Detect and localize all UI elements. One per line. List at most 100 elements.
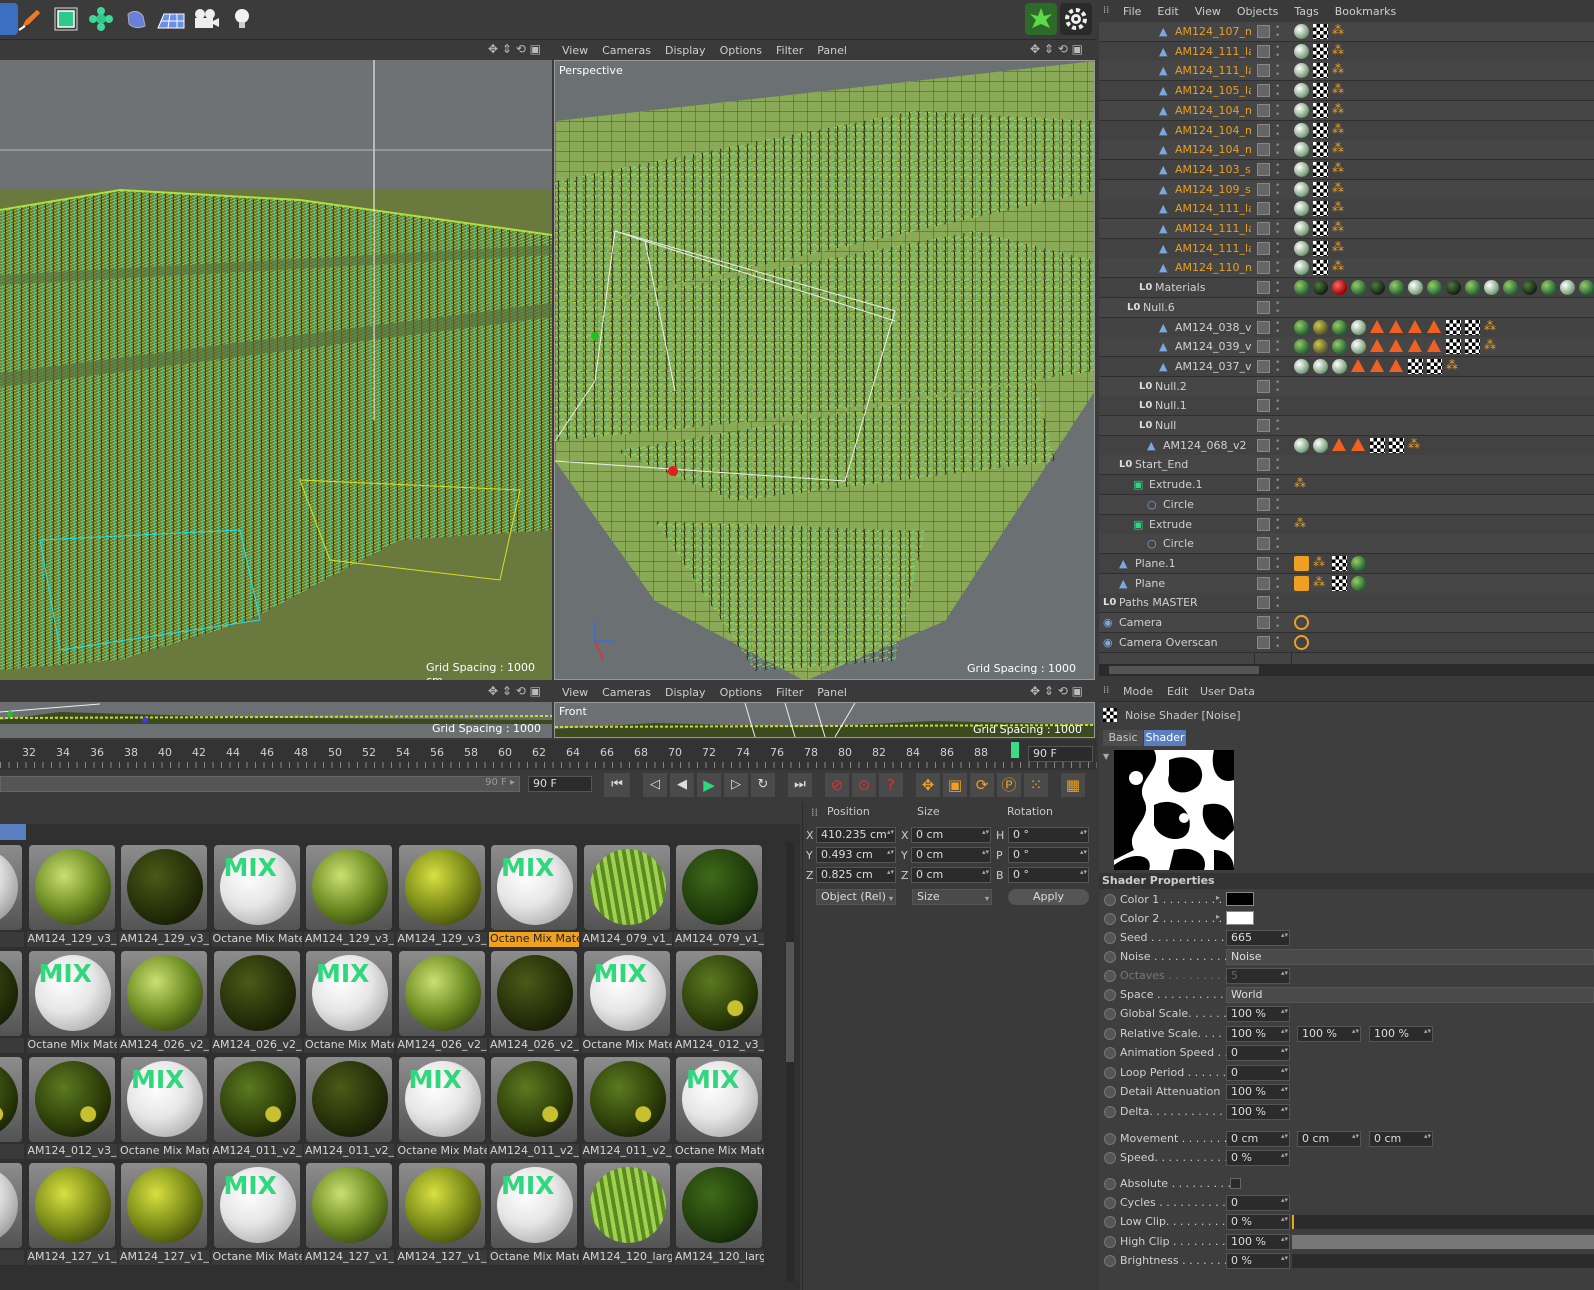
object-row[interactable]: ▣ Extrude • • ⁂ — [1099, 514, 1594, 535]
octane-object-tag-icon[interactable]: ⁂ — [1332, 201, 1347, 216]
menu-tags[interactable]: Tags — [1294, 5, 1318, 18]
texture-tag-icon[interactable] — [1465, 319, 1480, 335]
uvw-tag-icon[interactable] — [1370, 358, 1384, 372]
material-tag-icon[interactable] — [1313, 358, 1328, 374]
material-tag-icon[interactable] — [1294, 240, 1309, 256]
animate-radio-icon[interactable] — [1104, 1178, 1116, 1190]
property-field[interactable]: 0 cm ▴▾ — [1226, 1131, 1290, 1147]
material-swatch[interactable]: MIX Octane Mix Mate — [581, 950, 672, 1054]
object-row[interactable]: L0 Null.2 • • — [1099, 376, 1594, 397]
texture-tag-icon[interactable] — [1370, 437, 1385, 453]
object-row[interactable]: ▲ AM124_039_v3 • • ⁂ — [1099, 337, 1594, 358]
menu-edit[interactable]: Edit — [1157, 5, 1178, 18]
material-swatch[interactable]: AM124_026_v2_0 — [489, 950, 579, 1054]
material-tag-icon[interactable] — [1332, 358, 1347, 374]
visibility-dots[interactable]: • • — [1275, 398, 1280, 415]
visibility-dots[interactable]: • • — [1275, 181, 1280, 198]
position-field[interactable]: 410.235 cm ▴▾ — [816, 827, 896, 843]
uvw-tag-icon[interactable] — [1408, 339, 1422, 353]
visibility-dots[interactable]: • • — [1275, 339, 1280, 356]
menu-view[interactable]: View — [562, 686, 588, 699]
editable-toggle-icon[interactable] — [1257, 222, 1270, 235]
camera-tag-icon[interactable] — [1294, 575, 1309, 591]
pen-icon[interactable] — [14, 3, 46, 35]
object-row[interactable]: ▲ AM124_104_m • • ⁂ — [1099, 100, 1594, 121]
property-dropdown[interactable]: World — [1226, 987, 1594, 1003]
left-viewport[interactable]: Grid Spacing : 1000 cm — [0, 60, 552, 680]
prev-frame-icon[interactable]: ◀ — [670, 773, 694, 797]
property-checkbox[interactable] — [1230, 1178, 1241, 1189]
visibility-dots[interactable]: • • — [1275, 260, 1280, 277]
material-swatch[interactable]: AM124_127_v1_0 — [26, 1162, 117, 1266]
material-swatch[interactable] — [0, 1056, 24, 1160]
menu-view[interactable]: View — [1195, 5, 1221, 18]
octane-object-tag-icon[interactable]: ⁂ — [1332, 63, 1347, 78]
editable-toggle-icon[interactable] — [1257, 616, 1270, 629]
editable-toggle-icon[interactable] — [1257, 379, 1270, 393]
editable-toggle-icon[interactable] — [1257, 261, 1270, 275]
material-swatch[interactable]: MIX Octane Mix Mate — [674, 1056, 764, 1160]
octane-object-tag-icon[interactable]: ⁂ — [1484, 339, 1499, 354]
editable-toggle-icon[interactable] — [1257, 123, 1270, 137]
timeline-icon[interactable]: ▦ — [1061, 773, 1085, 797]
object-row[interactable]: L0 Materials • • — [1099, 278, 1594, 299]
material-tag-icon[interactable] — [1294, 43, 1309, 59]
material-tag-icon[interactable] — [1294, 280, 1309, 296]
menu-panel[interactable]: Panel — [817, 44, 847, 57]
material-swatch[interactable]: MIX Octane Mix Mate — [489, 1162, 579, 1266]
visibility-dots[interactable]: • • — [1275, 161, 1280, 178]
menu-mode[interactable]: Mode — [1123, 685, 1153, 698]
visibility-dots[interactable]: • • — [1275, 240, 1280, 257]
go-start-icon[interactable]: ⏮ — [604, 773, 630, 797]
editable-toggle-icon[interactable] — [1257, 635, 1270, 649]
visibility-dots[interactable]: • • — [1275, 437, 1280, 454]
property-field[interactable]: 100 % ▴▾ — [1297, 1026, 1361, 1042]
perspective-viewport[interactable]: Perspective Grid Spacing : 1000 cm — [554, 60, 1095, 680]
texture-tag-icon[interactable] — [1332, 555, 1347, 571]
octane-object-tag-icon[interactable]: ⁂ — [1446, 359, 1461, 374]
tab-basic[interactable]: Basic — [1103, 730, 1143, 746]
material-tag-icon[interactable] — [1294, 437, 1309, 453]
property-field[interactable]: 0 ▴▾ — [1226, 1195, 1290, 1211]
uvw-tag-icon[interactable] — [1408, 319, 1422, 333]
material-swatch[interactable]: AM124_129_v3_0 — [396, 844, 487, 948]
animate-radio-icon[interactable] — [1104, 913, 1116, 925]
object-row[interactable]: ▲ AM124_038_v2 • • ⁂ — [1099, 317, 1594, 338]
material-swatch[interactable]: MIX Octane Mix Mate — [119, 1056, 209, 1160]
material-tag-icon[interactable] — [1294, 358, 1309, 374]
visibility-dots[interactable]: • • — [1275, 575, 1280, 592]
uvw-tag-icon[interactable] — [1351, 437, 1365, 451]
texture-tag-icon[interactable] — [1427, 358, 1442, 374]
object-manager-hscroll[interactable] — [1099, 664, 1594, 676]
menu-objects[interactable]: Objects — [1237, 5, 1279, 18]
menu-cameras[interactable]: Cameras — [602, 44, 651, 57]
rotation-field[interactable]: 0 ° ▴▾ — [1008, 867, 1089, 883]
next-frame-icon[interactable]: ▷ — [724, 773, 748, 797]
editable-toggle-icon[interactable] — [1257, 478, 1270, 492]
material-tag-icon[interactable] — [1503, 280, 1518, 296]
object-row[interactable]: ○ Circle • • — [1099, 534, 1594, 555]
menu-options[interactable]: Options — [720, 44, 762, 57]
material-tag-icon[interactable] — [1351, 575, 1366, 591]
octane-object-tag-icon[interactable]: ⁂ — [1332, 83, 1347, 98]
material-tag-icon[interactable] — [1294, 122, 1309, 138]
material-tag-icon[interactable] — [1427, 280, 1442, 296]
editable-toggle-icon[interactable] — [1257, 143, 1270, 157]
visibility-dots[interactable]: • • — [1275, 142, 1280, 159]
light-icon[interactable] — [226, 3, 258, 35]
texture-tag-icon[interactable] — [1313, 221, 1328, 236]
material-tag-icon[interactable] — [1541, 280, 1556, 296]
visibility-dots[interactable]: • • — [1275, 634, 1280, 651]
property-slider[interactable] — [1292, 1254, 1594, 1268]
editable-toggle-icon[interactable] — [1257, 44, 1270, 58]
visibility-dots[interactable]: • • — [1275, 536, 1280, 553]
material-swatch[interactable]: AM124_026_v2_0 — [211, 950, 302, 1054]
material-tag-icon[interactable] — [1294, 319, 1309, 335]
playhead[interactable] — [1011, 742, 1019, 758]
protection-tag-icon[interactable] — [1294, 615, 1309, 630]
texture-tag-icon[interactable] — [1313, 43, 1328, 59]
material-tag-icon[interactable] — [1446, 280, 1461, 296]
viewport-nav-icons[interactable]: ✥ ⇕ ⟲ ▣ — [488, 42, 541, 56]
material-tag-icon[interactable] — [1294, 83, 1309, 99]
texture-tag-icon[interactable] — [1313, 260, 1328, 276]
